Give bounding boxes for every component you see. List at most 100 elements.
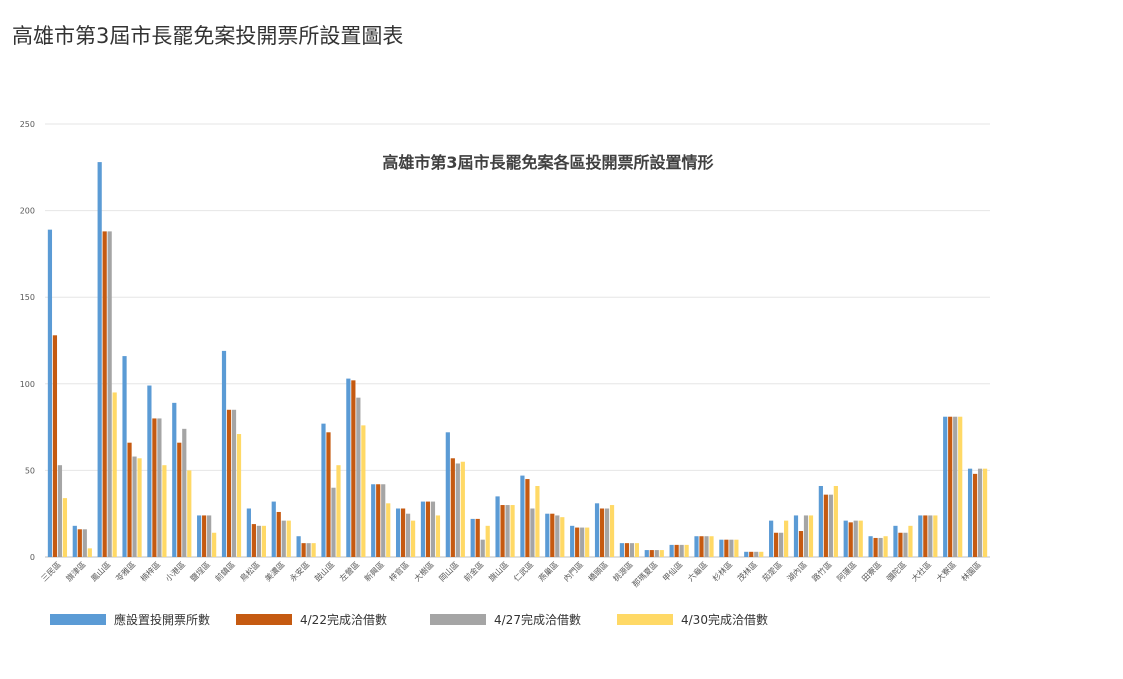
bar-3 — [57, 465, 63, 557]
bar-2 — [400, 508, 406, 557]
bar-2 — [724, 539, 729, 557]
bar-1 — [172, 402, 177, 557]
bar-4 — [460, 461, 465, 557]
x-tick-label: 大社區 — [909, 559, 933, 583]
bar-1 — [72, 525, 77, 557]
bar-3 — [182, 428, 187, 557]
x-tick-label: 桃源區 — [611, 559, 635, 583]
legend-label: 4/22完成洽借數 — [300, 613, 387, 627]
bar-4 — [386, 503, 391, 557]
bar-2 — [251, 524, 256, 557]
bar-3 — [132, 456, 137, 557]
legend-item: 4/27完成洽借數 — [430, 611, 581, 628]
bar-4 — [311, 543, 316, 557]
bar-1 — [122, 356, 127, 557]
bar-2 — [624, 543, 630, 557]
bar-3 — [878, 537, 883, 557]
bar-3 — [580, 527, 585, 557]
x-tick-label: 旗山區 — [486, 559, 510, 583]
bar-2 — [599, 508, 605, 557]
bar-4 — [87, 548, 92, 557]
chart-title: 高雄市第3屆市長罷免案各區投開票所設置情形 — [382, 153, 713, 172]
x-tick-label: 大寮區 — [934, 559, 958, 583]
x-tick-label: 三民區 — [40, 560, 63, 583]
bar-1 — [271, 501, 276, 557]
bar-2 — [848, 522, 853, 557]
bar-3 — [480, 539, 485, 557]
bar-1 — [843, 520, 848, 557]
legend-item: 4/30完成洽借數 — [617, 611, 768, 628]
bar-1 — [818, 485, 823, 557]
y-tick-label: 150 — [20, 293, 35, 302]
x-tick-label: 那瑪夏區 — [631, 560, 660, 589]
legend-swatch — [617, 614, 673, 625]
bar-3 — [629, 543, 635, 557]
bar-2 — [500, 505, 505, 557]
bar-2 — [798, 531, 804, 557]
bar-2 — [376, 484, 381, 557]
bar-4 — [535, 485, 540, 557]
bar-3 — [679, 544, 684, 557]
bar-3 — [779, 532, 784, 557]
bar-2 — [77, 529, 82, 557]
bar-4 — [585, 527, 590, 557]
bar-1 — [570, 525, 575, 557]
x-tick-label: 鼓山區 — [312, 559, 336, 583]
bar-3 — [654, 550, 659, 557]
bar-2 — [873, 537, 878, 557]
bar-4 — [336, 465, 341, 557]
bar-2 — [649, 550, 654, 557]
bar-3 — [977, 468, 983, 557]
bar-1 — [694, 536, 699, 557]
x-tick-label: 甲仙區 — [661, 559, 685, 583]
bar-4 — [759, 551, 764, 557]
bar-2 — [276, 511, 281, 557]
bar-chart: 高雄市第3屆市長罷免案各區投開票所設置情形 0 50 100 150 200 250 三民… — [20, 120, 990, 589]
x-tick-label: 小港區 — [163, 559, 187, 583]
bar-1 — [246, 508, 251, 557]
legend-swatch — [430, 614, 486, 625]
bar-1 — [918, 515, 923, 557]
bar-4 — [784, 520, 789, 557]
bar-2 — [774, 532, 779, 557]
y-tick-label: 0 — [30, 553, 35, 562]
bar-4 — [709, 536, 714, 557]
bar-3 — [903, 532, 908, 557]
bar-1 — [296, 536, 301, 557]
bar-3 — [331, 487, 336, 557]
bar-4 — [560, 517, 565, 557]
legend-label: 4/27完成洽借數 — [494, 613, 581, 627]
bar-4 — [137, 458, 142, 557]
bar-4 — [734, 539, 739, 557]
bar-1 — [147, 385, 152, 557]
bar-2 — [152, 418, 157, 557]
x-tick-label: 田寮區 — [859, 559, 883, 583]
y-tick-label: 200 — [20, 207, 35, 216]
bar-4 — [883, 536, 888, 557]
bar-1 — [943, 416, 948, 557]
bar-4 — [112, 392, 117, 557]
x-tick-label: 鳳山區 — [89, 559, 113, 583]
bars — [47, 162, 988, 557]
bar-2 — [699, 536, 704, 557]
bar-2 — [923, 515, 928, 557]
bar-1 — [719, 539, 724, 557]
x-tick-label: 燕巢區 — [536, 559, 560, 583]
bar-2 — [102, 231, 107, 557]
bar-3 — [207, 515, 212, 557]
bar-3 — [828, 494, 833, 557]
bar-2 — [972, 473, 978, 557]
bar-2 — [749, 551, 754, 557]
x-tick-label: 前金區 — [462, 559, 486, 583]
bar-3 — [505, 505, 510, 557]
bar-4 — [609, 505, 615, 557]
legend-item: 4/22完成洽借數 — [236, 611, 387, 628]
bar-3 — [381, 484, 386, 557]
bar-4 — [684, 544, 689, 557]
bar-2 — [52, 335, 58, 557]
legend-swatch — [236, 614, 292, 625]
bar-2 — [202, 515, 207, 557]
bar-1 — [868, 536, 873, 557]
x-axis-ticks: 三民區 旗津區 鳳山區 苓雅區 楠梓區 小港區 鹽埕區 前鎮區 鳥松區 美濃區 永安區 鼓山區 左營區新… — [40, 559, 983, 589]
bar-2 — [326, 432, 331, 557]
